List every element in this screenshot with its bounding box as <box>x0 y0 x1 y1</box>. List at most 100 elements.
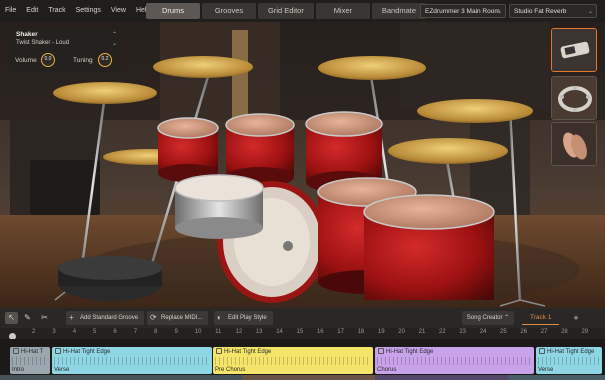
menu-file[interactable]: File <box>0 0 21 22</box>
menu-edit[interactable]: Edit <box>21 0 43 22</box>
tab-grooves[interactable]: Grooves <box>202 3 256 19</box>
ruler-tick-label: 10 <box>194 329 202 335</box>
room-preset-select[interactable]: EZdrummer 3 Main Room ⌄ <box>420 4 506 18</box>
ruler-tick-label: 24 <box>479 329 487 335</box>
midi-notes <box>215 357 371 365</box>
china-cymbal[interactable] <box>388 138 508 164</box>
tuning-knob[interactable]: 0.2 <box>98 53 112 67</box>
reverb-preset-select[interactable]: Studio Fat Reverb ⌄ <box>509 4 597 18</box>
shaker-icon <box>552 29 596 71</box>
menu-view[interactable]: View <box>106 0 131 22</box>
ruler-tick-label: 4 <box>72 329 77 335</box>
scissors-tool-icon[interactable]: ✂ <box>38 312 51 324</box>
ruler-tick-label: 2 <box>32 329 36 335</box>
pointer-tool-icon[interactable]: ↖ <box>5 312 18 324</box>
ruler-tick-label: 20 <box>398 329 405 335</box>
groove-block-title: Hi-Hat Tight Edge <box>378 348 433 355</box>
crash-cymbal-center[interactable] <box>153 56 253 78</box>
ruler-tick-label: 5 <box>93 329 97 335</box>
ruler-tick-label: 22 <box>439 329 446 335</box>
ruler-tick-label: 17 <box>337 329 344 335</box>
reverb-preset-label: Studio Fat Reverb <box>514 8 567 15</box>
main-tabs: Drums Grooves Grid Editor Mixer Bandmate <box>146 3 427 19</box>
edit-play-style-label: Edit Play Style <box>228 315 267 321</box>
crash-cymbal-left[interactable] <box>53 82 157 104</box>
ruler-tick-label: 12 <box>235 329 243 335</box>
drum-throne <box>58 256 162 301</box>
groove-block-title: Hi-Hat T <box>13 348 43 355</box>
add-standard-groove-button[interactable]: + Add Standard Groove <box>66 311 145 325</box>
ride-cymbal[interactable] <box>417 99 533 123</box>
ruler-tick-label: 6 <box>113 329 117 335</box>
instrument-panel: Shaker Twist Shaker - Loud ⌃ ⌄ Volume 0.… <box>9 28 121 72</box>
chevron-down-icon: ⌄ <box>587 9 593 15</box>
instrument-name: Shaker <box>16 31 38 38</box>
ruler-tick-label: 28 <box>561 329 568 335</box>
ruler-tick-label: 21 <box>418 329 426 335</box>
tuning-label: Tuning <box>73 57 93 64</box>
section-label: Intro <box>12 367 25 373</box>
add-standard-groove-label: Add Standard Groove <box>80 315 139 321</box>
tambourine-icon <box>552 77 596 119</box>
tab-grid-editor[interactable]: Grid Editor <box>258 3 314 19</box>
ezdrummer-window: File Edit Track Settings View Help Drums… <box>0 0 605 380</box>
ruler-tick-label: 18 <box>357 329 365 335</box>
snare-drum[interactable] <box>174 174 264 239</box>
groove-block-title: Hi-Hat Tight Edge <box>539 348 594 355</box>
menu-track[interactable]: Track <box>43 0 70 22</box>
ruler-tick-label: 3 <box>52 329 56 335</box>
chevron-down-icon: ⌄ <box>496 9 502 15</box>
ruler-tick-label: 25 <box>500 329 507 335</box>
crash-cymbal-right[interactable] <box>318 56 426 80</box>
ruler-tick-label: 15 <box>296 329 304 335</box>
shaker-thumbnail[interactable] <box>551 28 597 72</box>
articulation-select[interactable]: Twist Shaker - Loud <box>16 40 69 46</box>
replace-midi-button[interactable]: ⟳ Replace MIDI... <box>147 311 209 325</box>
hand-clap-thumbnail[interactable] <box>551 122 597 166</box>
chevron-icon: ⌃ <box>504 315 510 321</box>
tab-drums[interactable]: Drums <box>146 3 200 19</box>
pencil-tool-icon[interactable]: ✎ <box>21 312 34 324</box>
plus-icon: + <box>69 313 74 322</box>
replace-midi-label: Replace MIDI... <box>161 315 203 321</box>
chevron-down-icon[interactable]: ⌄ <box>112 40 117 47</box>
timeline-ruler[interactable]: 2 3 4 5 6 7 8 9 10 11 12 13 14 15 16 17 18 19 20 21 22 23 24 25… <box>0 328 605 339</box>
section-label: Verse <box>538 367 554 373</box>
rack-tom-1[interactable] <box>157 117 219 182</box>
volume-label: Volume <box>15 57 37 64</box>
groove-block-verse-2[interactable]: Hi-Hat Tight Edge Verse <box>536 347 602 374</box>
song-overview-scrollbar[interactable] <box>0 375 605 380</box>
track-name-tab[interactable]: Track 1 <box>522 311 560 325</box>
groove-block-title: Hi-Hat Tight Edge <box>55 348 110 355</box>
bottom-toolbar: ↖ ✎ ✂ + Add Standard Groove ⟳ Replace MI… <box>0 308 605 328</box>
volume-knob[interactable]: 0.0 <box>41 53 55 67</box>
add-track-button[interactable]: + <box>570 311 582 325</box>
ruler-tick-label: 8 <box>154 329 158 335</box>
ruler-tick-label: 9 <box>174 329 178 335</box>
edit-play-style-button[interactable]: ◐ Edit Play Style <box>214 311 273 325</box>
play-style-icon: ◐ <box>217 313 222 322</box>
tab-mixer[interactable]: Mixer <box>315 3 370 19</box>
midi-notes <box>54 357 210 365</box>
menu-settings[interactable]: Settings <box>71 0 106 22</box>
groove-block-chorus[interactable]: Hi-Hat Tight Edge Chorus <box>375 347 534 374</box>
hand-clap-icon <box>552 123 596 165</box>
tab-bandmate[interactable]: Bandmate <box>371 3 427 19</box>
groove-block-verse-1[interactable]: Hi-Hat Tight Edge Verse <box>52 347 212 374</box>
song-creator-button[interactable]: Song Creator ⌃ <box>462 311 514 325</box>
groove-block-intro[interactable]: Hi-Hat T Intro <box>10 347 50 374</box>
section-label: Verse <box>54 367 70 373</box>
chevron-up-icon[interactable]: ⌃ <box>112 31 117 38</box>
ruler-tick-label: 14 <box>276 329 283 335</box>
midi-notes <box>538 357 600 365</box>
ruler-tick-label: 19 <box>377 329 385 335</box>
ruler-tick-label: 26 <box>520 329 528 335</box>
ruler-tick-label: 27 <box>540 329 548 335</box>
replace-icon: ⟳ <box>150 313 157 322</box>
ruler-tick-label: 16 <box>316 329 324 335</box>
tambourine-thumbnail[interactable] <box>551 76 597 120</box>
section-label: Pre Chorus <box>215 367 246 373</box>
floor-tom-2[interactable] <box>363 194 495 300</box>
groove-block-pre-chorus[interactable]: Hi-Hat Tight Edge Pre Chorus <box>213 347 373 374</box>
ruler-tick-label: 29 <box>581 329 589 335</box>
